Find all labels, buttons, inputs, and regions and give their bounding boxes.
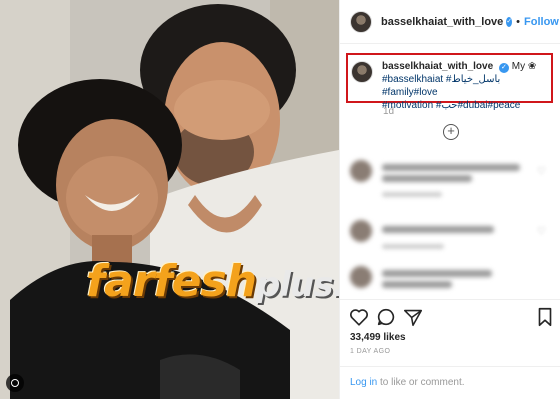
watermark-main: farfesh	[86, 256, 257, 307]
separator-dot: •	[516, 15, 521, 28]
post-header: basselkhaiat_with_love ✓ • Follow	[340, 0, 560, 44]
comment-icon[interactable]	[375, 306, 397, 328]
post-photo[interactable]: farfesh plus.com	[0, 0, 339, 399]
follow-button[interactable]: Follow	[524, 16, 559, 28]
avatar[interactable]	[350, 10, 372, 33]
photo-image	[0, 0, 339, 399]
post-actions	[339, 299, 560, 331]
post-date: 1 DAY AGO	[350, 348, 391, 355]
caption-avatar[interactable]	[351, 61, 373, 83]
likes-count[interactable]: 33,499 likes	[350, 332, 406, 343]
caption: basselkhaiat_with_love ✓ My ❀ #basselkha…	[351, 60, 546, 112]
heart-icon[interactable]	[348, 306, 370, 328]
caption-hashtags-line2[interactable]: #basselkhaiat #باسل_خياط #family#love	[382, 73, 546, 99]
load-more-comments-button[interactable]: +	[443, 124, 459, 140]
caption-body: My ❀	[511, 61, 537, 72]
caption-username[interactable]: basselkhaiat_with_love	[382, 61, 493, 72]
comment-login-prompt: Log in to like or comment.	[339, 366, 560, 399]
login-link[interactable]: Log in	[350, 377, 377, 388]
verified-badge-icon: ✓	[506, 16, 513, 27]
caption-hashtags-line3[interactable]: #motivation #حب#dubai#peace	[382, 99, 546, 112]
tagged-user-icon[interactable]	[6, 374, 24, 392]
verified-badge-icon: ✓	[498, 63, 509, 73]
bookmark-icon[interactable]	[534, 306, 556, 328]
caption-time: 1d	[383, 106, 395, 117]
list-item: ♡	[350, 160, 550, 200]
watermark-sub: plus.com	[256, 265, 339, 305]
caption-text: basselkhaiat_with_love ✓ My ❀ #basselkha…	[382, 60, 546, 112]
login-prompt-text: to like or comment.	[377, 377, 465, 388]
share-icon[interactable]	[402, 306, 424, 328]
list-item: ♡	[350, 220, 550, 260]
post-username[interactable]: basselkhaiat_with_love	[381, 16, 503, 28]
watermark: farfesh plus.com	[86, 256, 339, 308]
